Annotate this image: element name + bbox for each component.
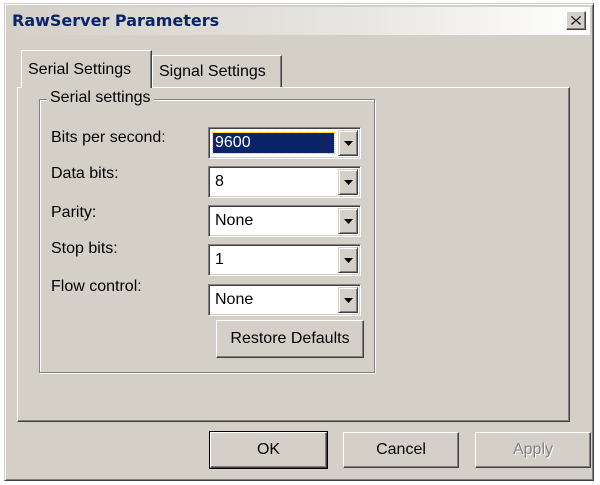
cancel-button[interactable]: Cancel [343,432,459,468]
bits-per-second-value: 9600 [212,132,335,154]
bits-per-second-select[interactable]: 9600 [208,127,361,159]
data-bits-value: 8 [215,173,224,190]
parity-value: None [215,212,254,229]
data-bits-select[interactable]: 8 [208,166,361,198]
flow-control-label: Flow control: [51,278,142,295]
data-bits-dropdown-button[interactable] [338,169,358,195]
stop-bits-dropdown-button[interactable] [338,247,358,273]
title-bar[interactable]: RawServer Parameters [8,7,590,35]
parity-dropdown-button[interactable] [338,208,358,234]
stop-bits-label: Stop bits: [51,240,118,257]
close-button[interactable] [566,11,586,30]
restore-defaults-label: Restore Defaults [230,330,350,347]
window-title: RawServer Parameters [12,11,220,30]
tab-serial-settings-label: Serial Settings [28,60,132,78]
parity-select[interactable]: None [208,205,361,237]
ok-button[interactable]: OK [209,431,328,469]
flow-control-select[interactable]: None [208,284,361,316]
bits-per-second-label: Bits per second: [51,129,166,146]
ok-label: OK [256,441,281,458]
tab-serial-settings[interactable]: Serial Settings [21,50,152,88]
chevron-down-icon [343,257,353,263]
stop-bits-value: 1 [215,251,224,268]
tab-signal-settings-label: Signal Settings [159,62,266,80]
parity-label: Parity: [51,204,97,221]
group-legend: Serial settings [47,89,154,107]
chevron-down-icon [343,297,353,303]
apply-label: Apply [512,441,554,458]
chevron-down-icon [343,140,353,146]
close-icon [571,16,581,25]
chevron-down-icon [343,179,353,185]
restore-defaults-button[interactable]: Restore Defaults [216,320,364,358]
stop-bits-select[interactable]: 1 [208,244,361,276]
flow-control-dropdown-button[interactable] [338,287,358,313]
apply-button[interactable]: Apply [475,432,591,468]
data-bits-label: Data bits: [51,165,119,182]
chevron-down-icon [343,218,353,224]
bits-per-second-dropdown-button[interactable] [338,130,358,156]
flow-control-value: None [215,291,254,308]
tab-signal-settings[interactable]: Signal Settings [152,55,282,87]
cancel-label: Cancel [376,441,426,458]
